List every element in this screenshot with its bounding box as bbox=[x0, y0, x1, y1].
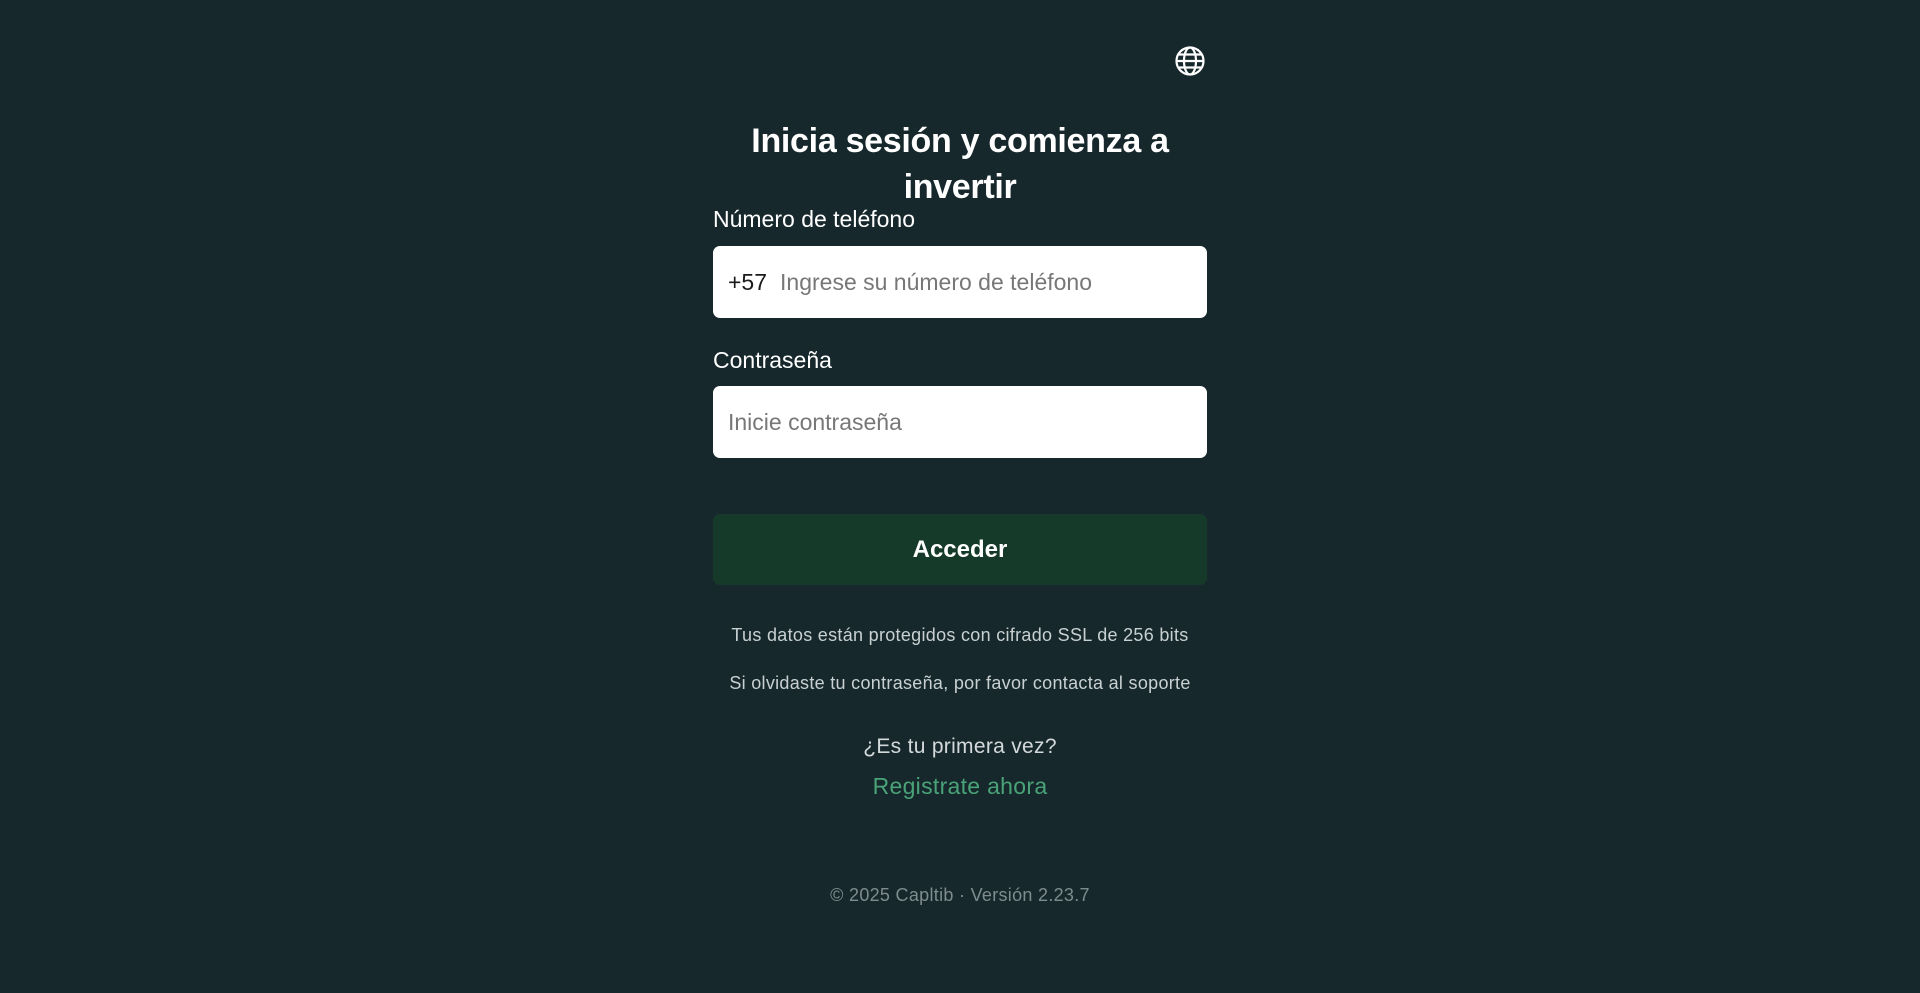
phone-field[interactable]: +57 bbox=[713, 246, 1207, 318]
login-page: Inicia sesión y comienza a invertir Núme… bbox=[0, 0, 1920, 993]
register-link[interactable]: Registrate ahora bbox=[713, 772, 1207, 800]
first-time-text: ¿Es tu primera vez? bbox=[863, 735, 1057, 758]
password-input[interactable] bbox=[713, 386, 1207, 458]
password-field[interactable] bbox=[713, 386, 1207, 458]
page-title: Inicia sesión y comienza a invertir bbox=[751, 122, 1169, 206]
password-label: Contraseña bbox=[713, 347, 832, 373]
phone-input[interactable] bbox=[780, 246, 1207, 318]
footer-text: © 2025 Capltib · Versión 2.23.7 bbox=[830, 885, 1090, 905]
country-code-prefix[interactable]: +57 bbox=[713, 269, 780, 296]
phone-label: Número de teléfono bbox=[713, 206, 916, 232]
ssl-note: Tus datos están protegidos con cifrado S… bbox=[731, 625, 1189, 645]
login-button[interactable]: Acceder bbox=[713, 514, 1207, 585]
language-selector[interactable] bbox=[1174, 45, 1206, 77]
forgot-password-note: Si olvidaste tu contraseña, por favor co… bbox=[729, 673, 1191, 693]
globe-icon bbox=[1175, 46, 1205, 76]
